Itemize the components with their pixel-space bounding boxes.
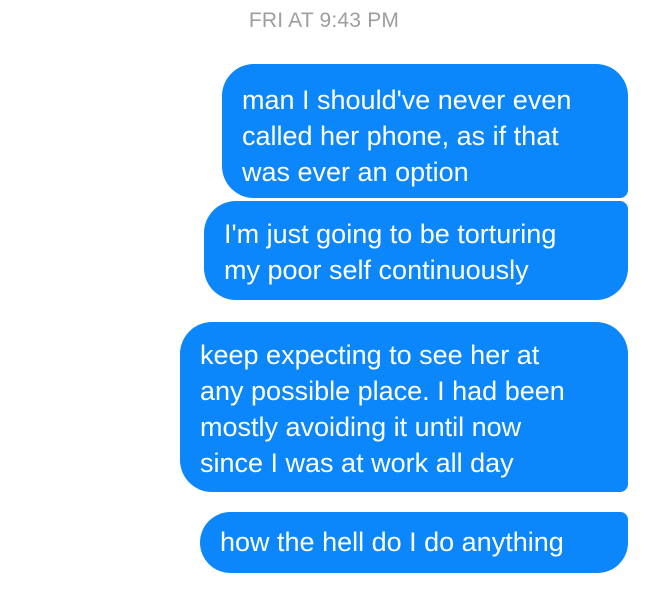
message-text-line: called her phone, as if that xyxy=(242,121,559,151)
message-text-line: was ever an option xyxy=(242,157,469,187)
outgoing-message-bubble[interactable]: keep expecting to see her at any possibl… xyxy=(180,322,628,492)
outgoing-message-bubble[interactable]: how the hell do I do anything xyxy=(200,512,628,573)
message-timestamp: FRI AT 9:43 PM xyxy=(248,9,400,32)
message-text-line: keep expecting to see her at xyxy=(200,340,540,370)
message-text-line: I'm just going to be torturing xyxy=(224,219,557,249)
message-text-line: man I should've never even xyxy=(242,85,572,115)
message-text-line: since I was at work all day xyxy=(200,448,514,478)
message-text-line: any possible place. I had been xyxy=(200,376,565,406)
message-text-line: my poor self continuously xyxy=(224,255,529,285)
outgoing-message-bubble[interactable]: man I should've never even called her ph… xyxy=(222,64,628,198)
outgoing-message-bubble[interactable]: I'm just going to be torturing my poor s… xyxy=(204,201,628,300)
message-text-line: how the hell do I do anything xyxy=(220,527,564,557)
message-text-line: mostly avoiding it until now xyxy=(200,412,522,442)
